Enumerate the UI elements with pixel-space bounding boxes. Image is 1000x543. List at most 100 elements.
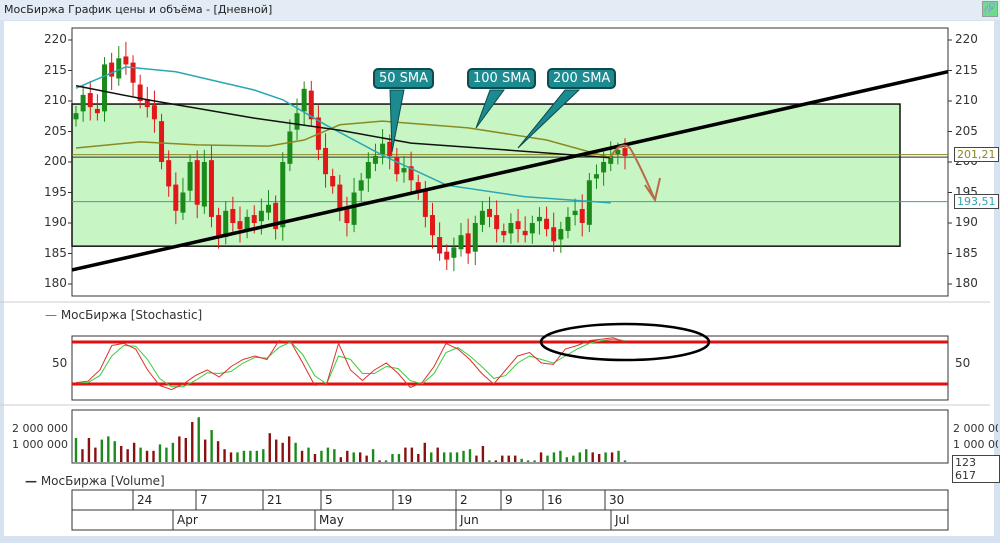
price-tick-left: 185 [44, 245, 67, 260]
volume-bar [449, 452, 452, 462]
candle-body [194, 160, 200, 205]
price-tick-right: 220 [955, 32, 978, 46]
volume-bar [249, 450, 252, 462]
volume-bar [410, 447, 414, 462]
price-tick-left: 215 [44, 62, 67, 77]
volume-bar [442, 452, 446, 462]
candle-body [216, 215, 222, 236]
candle-body [579, 208, 585, 223]
volume-bar [307, 447, 310, 462]
volume-bar [365, 455, 368, 462]
candle-body [586, 180, 592, 225]
callout-100-sma: 100 SMA [467, 68, 537, 89]
volume-bar [539, 452, 543, 462]
vol-tick-2m-right: 2 000 000 [953, 422, 998, 435]
price-tick-left: 220 [44, 32, 67, 46]
volume-bar [320, 450, 323, 462]
candle-body [258, 210, 264, 222]
price-tick-left: 190 [44, 215, 67, 229]
vol-tick-2m: 2 000 000 [12, 422, 68, 435]
volume-last-tag: 123 617 [952, 455, 1000, 483]
candle-body [323, 147, 329, 175]
candle-body [365, 162, 371, 179]
volume-bar [578, 452, 581, 462]
date-month: May [319, 513, 344, 527]
candle-body [429, 215, 435, 236]
price-tick-left: 180 [44, 276, 67, 290]
volume-bar [378, 460, 381, 462]
stochastic-title: МосБиржа [Stochastic] [60, 308, 203, 322]
volume-bar [339, 457, 343, 462]
candle-body [294, 113, 300, 130]
candle-body [558, 229, 564, 240]
volume-bar [585, 449, 588, 462]
volume-bar [501, 455, 504, 462]
stoch-tick-50: 50 [52, 356, 68, 370]
stoch-tick-50-right: 50 [955, 356, 971, 370]
volume-bar [572, 455, 575, 462]
volume-bar [216, 441, 220, 462]
volume-bar [255, 450, 259, 462]
sma50-level-tag: 193,51 [954, 194, 999, 209]
candle-body [287, 131, 293, 164]
candle-body [208, 160, 214, 217]
date-day: 21 [267, 493, 283, 507]
candle-body [358, 180, 364, 191]
candle-body [94, 108, 100, 114]
date-day: 24 [137, 493, 153, 507]
volume-bar [604, 452, 607, 462]
volume-bar [462, 450, 465, 462]
volume-title: МосБиржа [Volume] [40, 474, 165, 488]
volume-bar [404, 447, 407, 462]
candle-body [572, 210, 578, 216]
candle-body [401, 168, 407, 173]
candle-body [130, 62, 136, 83]
volume-bar [145, 450, 149, 462]
volume-bar [242, 450, 246, 462]
candle-body [529, 223, 535, 234]
candle-body [422, 190, 428, 217]
volume-bar [552, 452, 556, 462]
date-month: Jun [460, 513, 479, 527]
candle-body [344, 208, 350, 223]
candle-body [544, 218, 550, 230]
candle-body [487, 208, 493, 217]
volume-bar [397, 454, 401, 462]
volume-bar [268, 433, 271, 462]
volume-bar [81, 449, 84, 462]
volume-bar [74, 438, 78, 462]
candle-body [159, 121, 165, 162]
candle-body [472, 223, 478, 252]
stochastic-pane [71, 335, 949, 401]
candle-body [73, 113, 79, 120]
vol-tick-1m: 1 000 000 [12, 438, 68, 451]
volume-bar [178, 436, 181, 462]
candle-body [451, 247, 457, 258]
candle-body [536, 216, 542, 222]
candle-body [622, 147, 628, 156]
candle-body [565, 216, 571, 231]
volume-bar [520, 458, 523, 462]
volume-pane [71, 409, 949, 464]
volume-bar [287, 436, 291, 462]
volume-bar [191, 422, 194, 462]
callout-200-sma: 200 SMA [547, 68, 617, 89]
candle-body [187, 162, 193, 191]
candle-body [301, 88, 307, 112]
volume-bar [100, 439, 104, 462]
candle-body [380, 143, 386, 155]
price-tick-left: 195 [44, 184, 67, 199]
candle-body [394, 157, 400, 175]
volume-bar [113, 441, 116, 462]
volume-bar [120, 446, 123, 462]
candle-body [123, 56, 129, 65]
price-tick-right: 190 [955, 215, 978, 229]
volume-bar [326, 447, 330, 462]
candle-body [458, 235, 464, 250]
candle-body [102, 64, 108, 112]
candle-body [437, 237, 443, 254]
candle-body [551, 227, 557, 242]
sma100-level-tag: 201,21 [954, 147, 999, 162]
volume-bar [559, 450, 562, 462]
volume-bar [87, 438, 91, 462]
